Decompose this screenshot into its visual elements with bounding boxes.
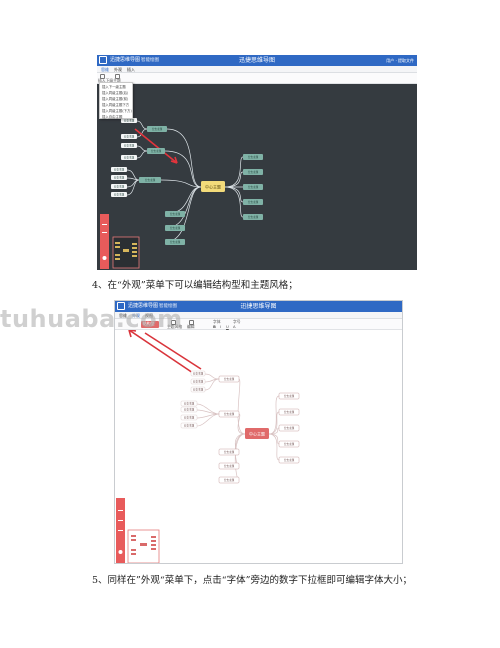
branch-node-label: 分支主题 — [248, 200, 259, 204]
dropdown-item[interactable]: 插入同级主题(下方) — [102, 109, 132, 113]
leaf-node-label: 分支主题 — [184, 402, 195, 406]
branch-node-label: 分支主题 — [284, 394, 295, 398]
central-topic-label: 中心主题 — [205, 184, 221, 190]
branch-node-label: 分支主题 — [170, 212, 181, 216]
branch-node-label: 分支主题 — [284, 410, 295, 414]
branch-node-label: 分支主题 — [224, 478, 235, 482]
branch-node-label: 分支主题 — [284, 426, 295, 430]
leaf-node-label: 分支主题 — [193, 388, 204, 392]
menu-insert[interactable]: 插入 — [127, 66, 135, 73]
branch-node-label: 分支主题 — [248, 215, 259, 219]
leaf-node-label: 分支主题 — [124, 119, 135, 123]
mindmap-screenshot-dark: 迅捷思维导图 智能绘图 迅捷思维导图 用户 · 提取文件 思维 外观 插入 插入… — [97, 55, 417, 270]
underline-button[interactable]: U — [226, 325, 229, 329]
dropdown-item[interactable]: 插入自由主题 — [102, 115, 122, 119]
edit-button[interactable]: 编辑 — [187, 325, 195, 329]
leaf-node-label: 分支主题 — [114, 193, 125, 197]
mindmap-diagram: 中心主题 分支主题分支主题分支主题分支主题分支主题分支主题分支主题分支主题分支主… — [100, 118, 263, 269]
central-topic-label: 中心主题 — [249, 431, 265, 437]
leaf-node-label: 分支主题 — [124, 135, 135, 139]
font-color-button[interactable]: A — [233, 325, 236, 329]
leaf-node-label: 分支主题 — [124, 156, 135, 160]
leaf-node-label: 分支主题 — [184, 416, 195, 420]
leaf-node-label: 分支主题 — [184, 408, 195, 412]
mindmap-diagram: 中心主题 分支主题分支主题分支主题分支主题分支主题分支主题分支主题分支主题分支主… — [116, 330, 300, 563]
branch-node-label: 分支主题 — [170, 240, 181, 244]
branch-node-label: 分支主题 — [224, 450, 235, 454]
step-5-caption: 5、同样在”外观“菜单下，点击“字体”旁边的数字下拉框即可编辑字体大小； — [92, 575, 412, 586]
leaf-node-label: 分支主题 — [184, 424, 195, 428]
branch-node-label: 分支主题 — [224, 412, 235, 416]
menu-idea[interactable]: 思维 — [101, 66, 109, 73]
site-watermark: tuhuaba.com — [0, 305, 183, 333]
branch-node-label: 分支主题 — [248, 155, 259, 159]
branch-node-label: 分支主题 — [224, 464, 235, 468]
user-menu[interactable]: 用户 · 提取文件 — [386, 56, 414, 65]
toolbar: 插入下级主题 — [97, 73, 417, 84]
dropdown-item[interactable]: 插入同级主题(后) — [102, 91, 128, 95]
branch-node-label: 分支主题 — [224, 377, 235, 381]
leaf-node-label: 分支主题 — [124, 144, 135, 148]
bold-button[interactable]: B — [213, 325, 216, 329]
leaf-node-label: 分支主题 — [114, 176, 125, 180]
branch-node-label: 分支主题 — [151, 149, 162, 153]
dropdown-item[interactable]: 插入下一级主题 — [102, 85, 126, 89]
title-bar: 迅捷思维导图 智能绘图 迅捷思维导图 用户 · 提取文件 — [97, 55, 417, 66]
annotation-arrow — [128, 330, 202, 374]
menu-appearance[interactable]: 外观 — [114, 66, 122, 73]
leaf-node-label: 分支主题 — [193, 372, 204, 376]
minimap[interactable] — [127, 529, 160, 563]
dropdown-item[interactable]: 插入同级主题(前) — [102, 97, 128, 101]
branch-node-label: 分支主题 — [152, 127, 163, 131]
leaf-node-label: 分支主题 — [193, 380, 204, 384]
branch-node-label: 分支主题 — [248, 185, 259, 189]
branch-node-label: 分支主题 — [248, 170, 259, 174]
insert-dropdown-menu: 插入下一级主题 插入同级主题(后) 插入同级主题(前) 插入同级主题下方 插入同… — [99, 82, 133, 119]
mindmap-canvas[interactable]: 中心主题 分支主题 分支主题 分支主题 分支主题 分支主题 分支主题 分支主题 … — [115, 330, 402, 563]
mindmap-screenshot-light: 迅捷思维导图 智能绘图 迅捷思维导图 思维 外观 视图 结构型 主题风格 编辑 … — [114, 300, 403, 564]
mindmap-canvas[interactable]: 中心主题 分支主题 分支主题 分支主题 分支主题 分支主题 分支主题 分支主题 … — [97, 84, 417, 270]
dropdown-item[interactable]: 插入同级主题下方 — [102, 103, 129, 107]
annotation-arrow — [134, 128, 178, 164]
document-title: 迅捷思维导图 — [238, 57, 275, 64]
branch-node-label: 分支主题 — [284, 458, 295, 462]
insert-parent-icon[interactable] — [115, 74, 120, 79]
leaf-node-label: 分支主题 — [114, 168, 125, 172]
menu-bar: 思维 外观 插入 — [97, 66, 417, 73]
step-4-caption: 4、在“外观”菜单下可以编辑结构型和主题风格； — [92, 280, 298, 291]
branch-node-label: 分支主题 — [145, 178, 156, 182]
branch-node-label: 分支主题 — [284, 442, 295, 446]
branch-node-label: 分支主题 — [170, 226, 181, 230]
italic-button[interactable]: I — [220, 325, 221, 329]
leaf-node-label: 分支主题 — [114, 185, 125, 189]
side-tool-panel[interactable] — [100, 214, 109, 269]
